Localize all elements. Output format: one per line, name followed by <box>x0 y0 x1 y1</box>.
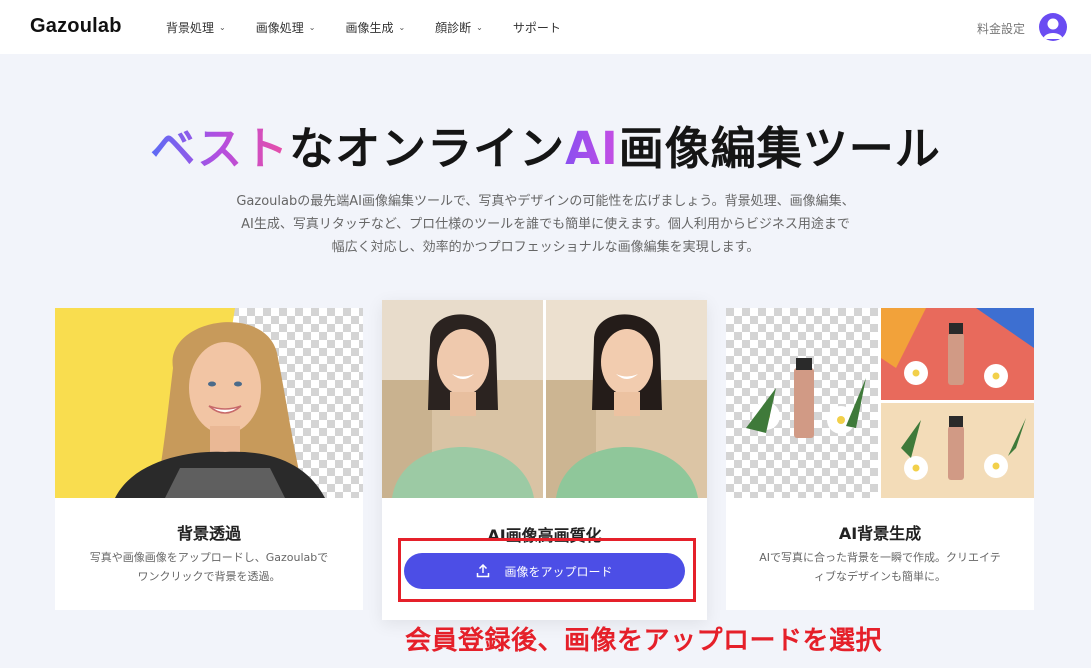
nav-image-generation[interactable]: 画像生成 ⌄ <box>345 19 405 36</box>
card-background-removal[interactable]: 背景透過 写真や画像画像をアップロードし、Gazoulabで ワンクリックで背景… <box>55 308 363 610</box>
background-removal-image <box>55 308 363 498</box>
hero-description-line: 幅広く対応し、効率的かつプロフェッショナルな画像編集を実現します。 <box>331 240 760 255</box>
ai-background-image <box>726 308 1034 498</box>
annotation-highlight-box <box>398 538 696 602</box>
card-description: AIで写真に合った背景を一瞬で作成。クリエイテ ィブなデザインも簡単に。 <box>746 548 1014 586</box>
nav-image-processing[interactable]: 画像処理 ⌄ <box>256 19 316 36</box>
main-nav: 背景処理 ⌄ 画像処理 ⌄ 画像生成 ⌄ 顔診断 ⌄ サポート <box>166 19 591 36</box>
annotation-text: 会員登録後、画像をアップロードを選択 <box>405 626 883 656</box>
pricing-link[interactable]: 料金設定 <box>977 20 1025 37</box>
chevron-down-icon: ⌄ <box>219 23 226 32</box>
hero-title-online: なオンライン <box>289 122 566 175</box>
nav-label: 背景処理 <box>166 21 215 35</box>
hero-title-ai: AI <box>565 122 619 175</box>
card-title: AI背景生成 <box>838 524 922 543</box>
card-ai-background-generation[interactable]: AI背景生成 AIで写真に合った背景を一瞬で作成。クリエイテ ィブなデザインも簡… <box>726 308 1034 610</box>
site-logo[interactable]: Gazoulab <box>30 15 122 38</box>
card-description-line: AIで写真に合った背景を一瞬で作成。クリエイテ <box>759 551 1001 564</box>
hero-description-line: Gazoulabの最先端AI画像編集ツールで、写真やデザインの可能性を広げましょ… <box>236 194 855 209</box>
chevron-down-icon: ⌄ <box>308 23 316 32</box>
nav-label: 顔診断 <box>435 21 472 35</box>
card-description-line: ィブなデザインも簡単に。 <box>814 570 946 583</box>
nav-label: 画像生成 <box>345 21 394 35</box>
card-title: 背景透過 <box>176 524 241 543</box>
card-description: 写真や画像画像をアップロードし、Gazoulabで ワンクリックで背景を透過。 <box>75 548 343 586</box>
hero-description-line: AI生成、写真リタッチなど、プロ仕様のツールを誰でも簡単に使えます。個人利用から… <box>241 217 850 232</box>
card-description-line: 写真や画像画像をアップロードし、Gazoulabで <box>89 551 329 564</box>
ai-upscale-image <box>382 300 707 498</box>
nav-background-processing[interactable]: 背景処理 ⌄ <box>166 19 226 36</box>
site-header: Gazoulab 背景処理 ⌄ 画像処理 ⌄ 画像生成 ⌄ 顔診断 ⌄ サポート… <box>0 0 1091 54</box>
hero-title: ベストなオンラインAI画像編集ツール <box>0 112 1091 177</box>
card-description-line: ワンクリックで背景を透過。 <box>137 570 281 583</box>
upscale-after-photo <box>546 300 707 498</box>
nav-label: 画像処理 <box>255 21 304 35</box>
hero-title-best: ベスト <box>150 122 290 175</box>
user-avatar-icon[interactable] <box>1039 13 1067 41</box>
nav-support[interactable]: サポート <box>513 19 561 36</box>
nav-face-diagnosis[interactable]: 顔診断 ⌄ <box>435 19 483 36</box>
hero-title-tool: 画像編集ツール <box>618 122 941 175</box>
upscale-before-photo <box>382 300 543 498</box>
hero-description: Gazoulabの最先端AI画像編集ツールで、写真やデザインの可能性を広げましょ… <box>180 190 911 259</box>
chevron-down-icon: ⌄ <box>476 23 483 32</box>
nav-label: サポート <box>512 21 561 35</box>
chevron-down-icon: ⌄ <box>398 23 406 32</box>
